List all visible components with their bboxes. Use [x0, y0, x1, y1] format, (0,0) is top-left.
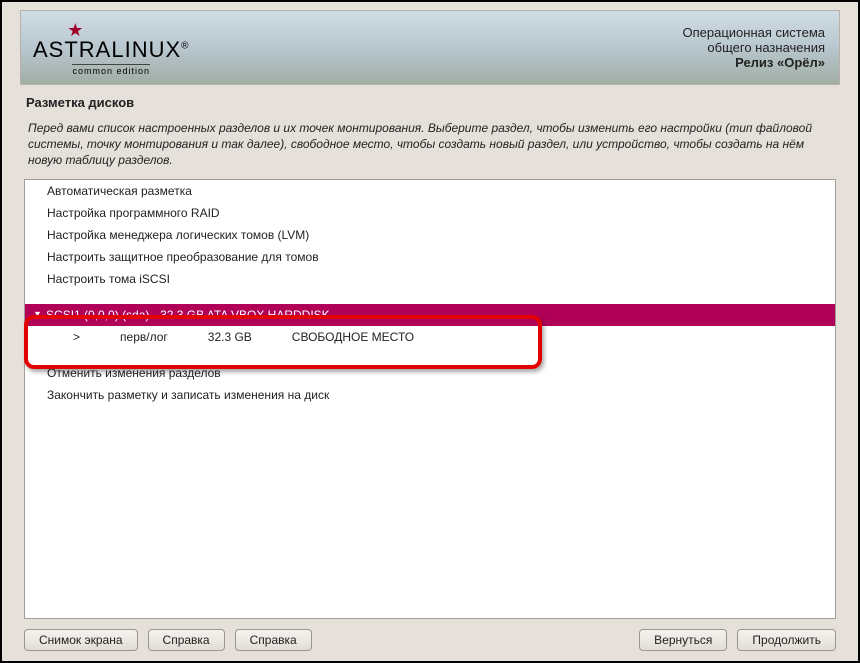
logo-text: ASTRALINUX®	[33, 37, 190, 63]
brand-line1: Операционная система	[683, 25, 826, 40]
partition-size: 32.3 GB	[208, 330, 252, 344]
content-area: Автоматическая разметка Настройка програ…	[20, 179, 840, 619]
back-button[interactable]: Вернуться	[639, 629, 727, 651]
installer-window: ★ ASTRALINUX® common edition Операционна…	[2, 2, 858, 661]
partition-type: перв/лог	[120, 330, 168, 344]
header-banner: ★ ASTRALINUX® common edition Операционна…	[20, 10, 840, 85]
continue-button[interactable]: Продолжить	[737, 629, 836, 651]
partition-marker: >	[73, 330, 80, 344]
partition-row[interactable]: > перв/лог 32.3 GB СВОБОДНОЕ МЕСТО	[25, 326, 835, 348]
footer-left-group: Снимок экрана Справка Справка	[24, 629, 312, 651]
help-button-1[interactable]: Справка	[148, 629, 225, 651]
footer-right-group: Вернуться Продолжить	[639, 629, 836, 651]
brand-line3: Релиз «Орёл»	[683, 55, 826, 70]
option-crypt[interactable]: Настроить защитное преобразование для то…	[25, 246, 835, 268]
screenshot-button[interactable]: Снимок экрана	[24, 629, 138, 651]
option-iscsi[interactable]: Настроить тома iSCSI	[25, 268, 835, 290]
disk-header-label: SCSI1 (0,0,0) (sda) - 32.3 GB ATA VBOX H…	[46, 308, 330, 322]
page-title: Разметка дисков	[20, 85, 840, 114]
partition-list[interactable]: Автоматическая разметка Настройка програ…	[24, 179, 836, 619]
spacer	[25, 348, 835, 362]
option-finish-partitioning[interactable]: Закончить разметку и записать изменения …	[25, 384, 835, 406]
footer-buttons: Снимок экрана Справка Справка Вернуться …	[20, 619, 840, 653]
brand-line2: общего назначения	[683, 40, 826, 55]
help-button-2[interactable]: Справка	[235, 629, 312, 651]
partition-label: СВОБОДНОЕ МЕСТО	[292, 330, 414, 344]
triangle-down-icon: ▾	[35, 309, 40, 320]
disk-header-row[interactable]: ▾ SCSI1 (0,0,0) (sda) - 32.3 GB ATA VBOX…	[25, 304, 835, 326]
option-raid[interactable]: Настройка программного RAID	[25, 202, 835, 224]
spacer	[25, 290, 835, 304]
option-undo-changes[interactable]: Отменить изменения разделов	[25, 362, 835, 384]
option-lvm[interactable]: Настройка менеджера логических томов (LV…	[25, 224, 835, 246]
logo-subtitle: common edition	[72, 64, 150, 76]
page-description: Перед вами список настроенных разделов и…	[20, 114, 840, 179]
brand-text: Операционная система общего назначения Р…	[683, 25, 840, 70]
logo: ★ ASTRALINUX® common edition	[21, 20, 190, 76]
option-auto-partition[interactable]: Автоматическая разметка	[25, 180, 835, 202]
